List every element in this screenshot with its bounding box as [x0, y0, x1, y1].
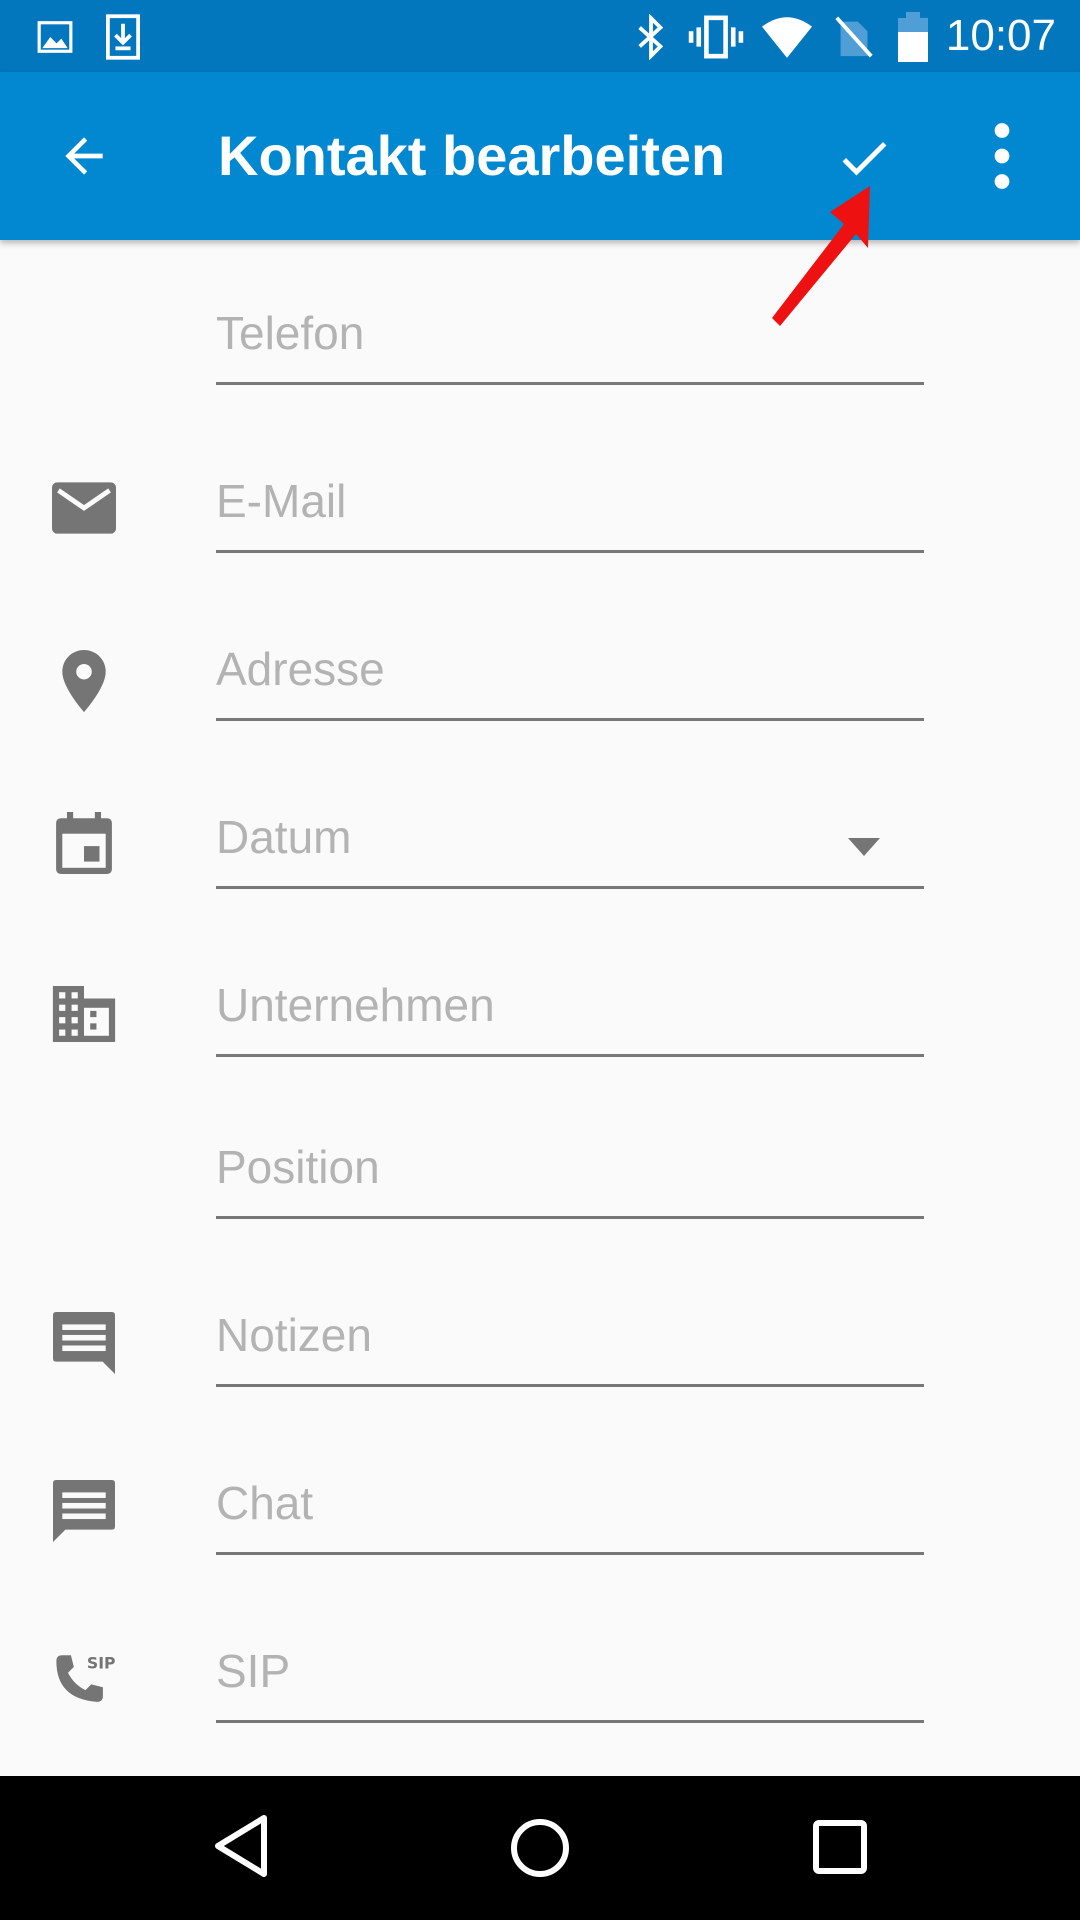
bluetooth-icon [638, 14, 664, 60]
status-bar: 10:07 [0, 0, 1080, 72]
chat-icon [53, 1480, 115, 1542]
date-field-placeholder: Datum [216, 811, 352, 863]
recents-nav-icon[interactable] [813, 1820, 867, 1874]
more-options-icon[interactable] [984, 122, 1020, 190]
company-field[interactable]: Unternehmen [216, 974, 924, 1057]
sip-field[interactable]: SIP [216, 1640, 924, 1723]
position-field[interactable]: Position [216, 1136, 924, 1219]
sip-call-icon: SIP [56, 1653, 116, 1702]
contact-edit-form: Telefon E-Mail Adresse Datum Unternehmen… [0, 240, 1080, 1776]
email-field[interactable]: E-Mail [216, 470, 924, 553]
chat-field[interactable]: Chat [216, 1472, 924, 1555]
dropdown-arrow-icon[interactable] [848, 838, 880, 856]
back-nav-icon[interactable] [212, 1814, 270, 1878]
notes-field[interactable]: Notizen [216, 1304, 924, 1387]
notes-icon [53, 1312, 115, 1374]
position-field-placeholder: Position [216, 1141, 380, 1193]
address-field-placeholder: Adresse [216, 643, 385, 695]
download-notification-icon [106, 14, 140, 60]
date-field[interactable]: Datum [216, 806, 924, 889]
email-field-placeholder: E-Mail [216, 475, 347, 527]
address-field[interactable]: Adresse [216, 638, 924, 721]
vibrate-icon [688, 15, 744, 59]
chat-field-placeholder: Chat [216, 1477, 314, 1529]
sip-field-placeholder: SIP [216, 1645, 291, 1697]
battery-icon [898, 12, 928, 62]
phone-field-placeholder: Telefon [216, 307, 365, 359]
svg-text:SIP: SIP [87, 1653, 116, 1672]
location-pin-icon [62, 650, 106, 712]
annotation-arrow [772, 186, 870, 326]
back-arrow-icon[interactable] [56, 128, 112, 184]
status-time: 10:07 [945, 11, 1056, 60]
navigation-bar [0, 1776, 1080, 1920]
notes-field-placeholder: Notizen [216, 1309, 372, 1361]
wifi-icon [762, 17, 812, 58]
email-icon [52, 482, 116, 534]
calendar-icon [56, 812, 112, 874]
no-sim-icon [835, 16, 873, 58]
image-notification-icon [37, 21, 73, 53]
company-building-icon [52, 986, 116, 1042]
app-bar: Kontakt bearbeiten [0, 72, 1080, 240]
page-title: Kontakt bearbeiten [218, 124, 726, 187]
home-nav-icon[interactable] [509, 1817, 571, 1879]
company-field-placeholder: Unternehmen [216, 979, 495, 1031]
